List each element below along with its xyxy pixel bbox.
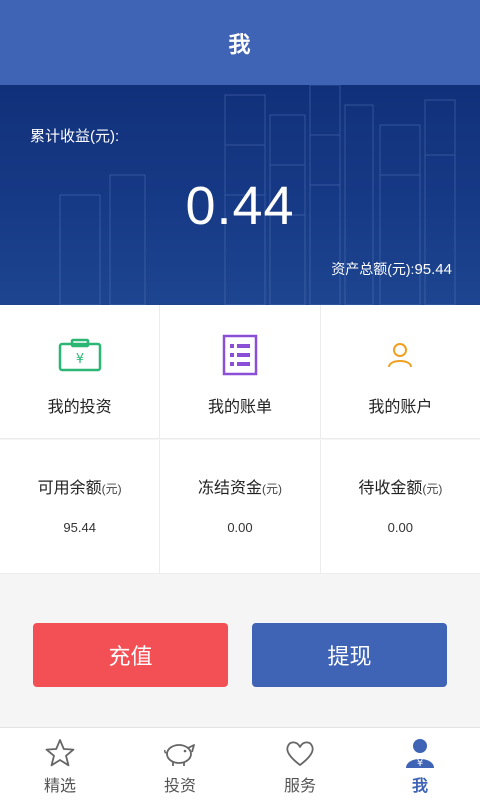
stat-value: 0.00: [387, 520, 413, 535]
tab-invest[interactable]: 投资: [120, 728, 240, 800]
cumulative-earnings-value: 0.44: [185, 176, 295, 236]
stat-unit: (元): [422, 482, 443, 496]
tab-label: 服务: [283, 778, 316, 795]
page-title: 我: [228, 31, 252, 57]
cumulative-earnings-label: 累计收益(元):: [30, 128, 120, 145]
stat-available-balance: 可用余额(元) 95.44: [0, 440, 161, 573]
stat-value: 0.00: [227, 520, 253, 535]
stat-label-text: 可用余额: [37, 480, 102, 497]
money-bag-icon: ¥: [56, 333, 104, 377]
person-yen-icon: ¥: [402, 736, 438, 770]
stat-frozen-funds: 冻结资金(元) 0.00: [160, 440, 321, 573]
balance-stats: 可用余额(元) 95.44 冻结资金(元) 0.00 待收金额(元) 0.00: [0, 440, 480, 574]
stat-label-text: 待收金额: [358, 480, 423, 497]
bottom-tab-bar: 精选 投资 服务 ¥ 我: [0, 727, 480, 800]
tab-services[interactable]: 服务: [240, 728, 360, 800]
stat-label: 待收金额(元): [358, 474, 442, 498]
total-assets: 资产总额(元):95.44: [331, 259, 452, 279]
total-assets-value: 95.44: [414, 261, 452, 278]
stat-unit: (元): [262, 482, 282, 496]
menu-label: 我的账单: [207, 399, 272, 416]
menu-my-investment[interactable]: ¥ 我的投资: [0, 305, 161, 438]
svg-text:¥: ¥: [417, 758, 423, 769]
withdraw-button[interactable]: 提现: [252, 623, 447, 687]
tab-label: 我: [411, 778, 428, 795]
svg-text:¥: ¥: [76, 352, 84, 367]
stat-label: 可用余额(元): [38, 474, 122, 498]
stat-pending-receivable: 待收金额(元) 0.00: [321, 440, 480, 573]
piggy-bank-icon: [162, 736, 198, 770]
tab-label: 精选: [43, 778, 76, 795]
stat-label: 冻结资金(元): [198, 474, 282, 498]
heart-icon: [282, 736, 318, 770]
tab-me[interactable]: ¥ 我: [360, 728, 480, 800]
menu-my-account[interactable]: 我的账户: [321, 305, 480, 438]
star-icon: [42, 736, 78, 770]
tab-label: 投资: [163, 778, 196, 795]
bill-list-icon: [216, 333, 264, 377]
top-header: 我: [0, 0, 480, 85]
menu-label: 我的投资: [47, 399, 112, 416]
stat-unit: (元): [101, 482, 122, 496]
account-menu: ¥ 我的投资 我的账单 我的账户: [0, 305, 480, 439]
stat-label-text: 冻结资金: [197, 480, 262, 497]
user-icon: [376, 333, 424, 377]
menu-label: 我的账户: [368, 399, 433, 416]
stat-value: 95.44: [63, 520, 96, 535]
tab-featured[interactable]: 精选: [0, 728, 120, 800]
earnings-banner: 累计收益(元): 0.44 资产总额(元):95.44: [0, 85, 480, 305]
recharge-button[interactable]: 充值: [33, 623, 228, 687]
total-assets-label: 资产总额(元):: [331, 261, 415, 277]
menu-my-bills[interactable]: 我的账单: [160, 305, 321, 438]
